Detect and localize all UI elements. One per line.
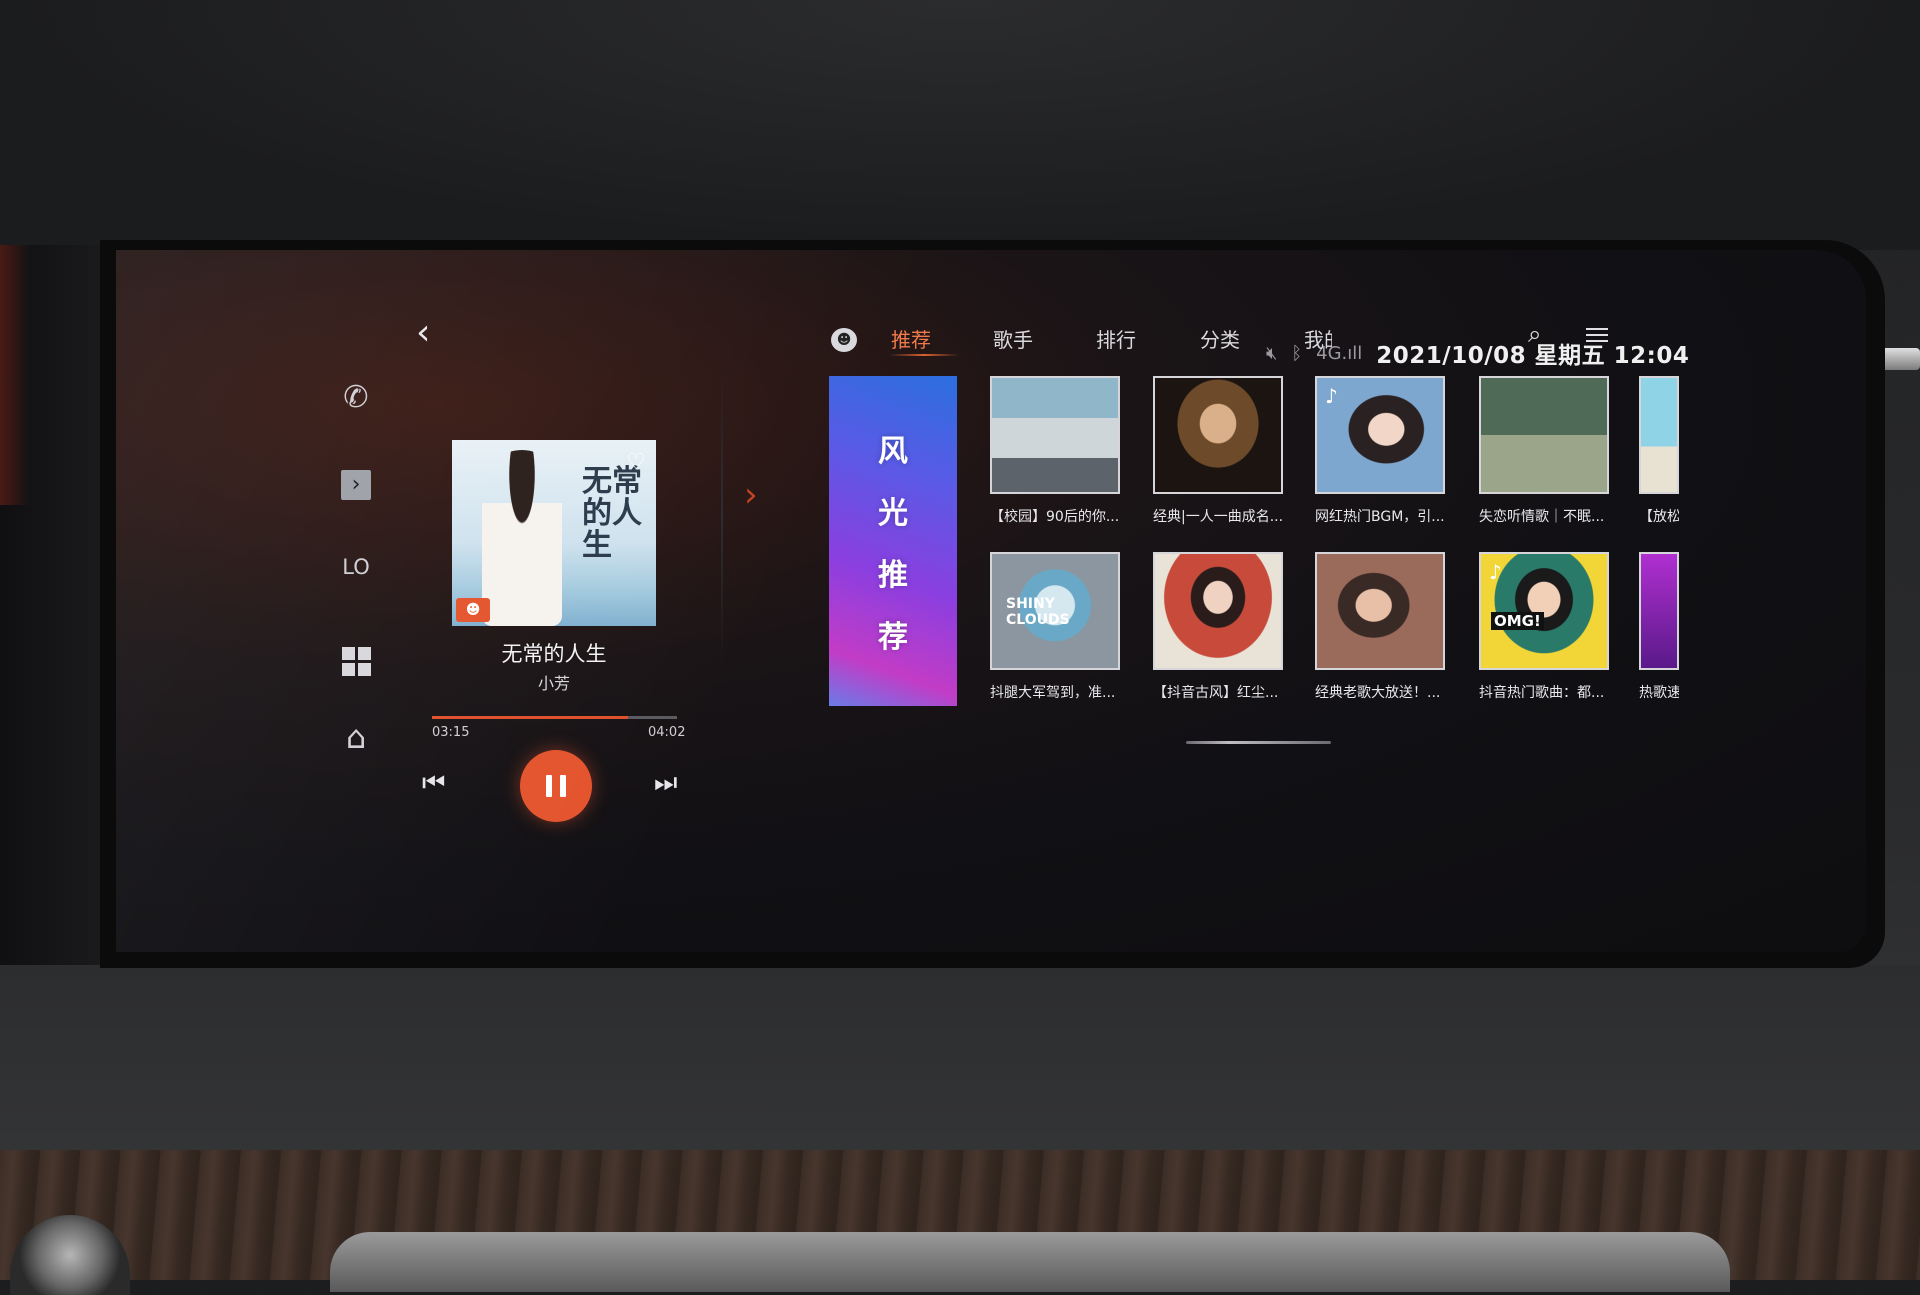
artist-name: 小芳 bbox=[537, 674, 570, 693]
phone-icon[interactable]: ✆ bbox=[311, 380, 401, 415]
playlist-thumb bbox=[990, 376, 1120, 494]
thumb-text: OMG! bbox=[1491, 612, 1544, 630]
left-panel bbox=[0, 245, 100, 965]
current-time: 03:15 bbox=[432, 725, 470, 740]
banner-char: 风 bbox=[878, 434, 908, 469]
music-app-icon[interactable]: ☻ bbox=[831, 328, 857, 352]
tab-recommend[interactable]: 推荐 bbox=[891, 324, 931, 353]
playlist-caption: 抖腿大军驾到，准... bbox=[990, 685, 1116, 701]
apps-button[interactable] bbox=[311, 645, 401, 676]
playlist-card[interactable]: ♪ OMG! 抖音热门歌曲：都... bbox=[1479, 552, 1609, 702]
banner-char: 光 bbox=[878, 496, 908, 531]
playlist-caption: 热歌速 bbox=[1639, 685, 1679, 701]
left-rail: ✆ › LO ⌂ bbox=[311, 380, 401, 780]
album-cover[interactable]: 无常的人生 ♡ ☻ bbox=[452, 440, 656, 626]
home-icon[interactable]: ⌂ bbox=[311, 718, 401, 756]
playlist-caption: 抖音热门歌曲：都... bbox=[1479, 685, 1605, 701]
cover-title: 无常的人生 bbox=[582, 464, 642, 563]
tab-artists[interactable]: 歌手 bbox=[993, 324, 1033, 353]
previous-track-icon[interactable]: ⏮ bbox=[422, 768, 445, 799]
playlist-caption: 【放松 bbox=[1639, 509, 1679, 525]
progress-bar[interactable] bbox=[432, 716, 677, 719]
scenic-recommend-banner[interactable]: 风 光 推 荐 bbox=[829, 376, 957, 706]
song-title: 无常的人生 bbox=[501, 642, 607, 666]
back-icon[interactable]: ‹ bbox=[416, 312, 430, 353]
tab-categories[interactable]: 分类 bbox=[1200, 324, 1240, 353]
bluetooth-icon: ᛒ bbox=[1291, 342, 1303, 364]
banner-char: 推 bbox=[878, 558, 908, 593]
tab-mine[interactable]: 我的 bbox=[1304, 324, 1332, 353]
temperature-lo[interactable]: LO bbox=[311, 555, 401, 579]
playlist-thumb bbox=[1153, 376, 1283, 494]
playlist-caption: 网红热门BGM，引... bbox=[1315, 509, 1445, 525]
console-chrome bbox=[330, 1232, 1730, 1292]
page-indicator bbox=[1186, 741, 1331, 744]
list-icon[interactable] bbox=[1586, 324, 1608, 346]
active-tab-underline bbox=[889, 354, 959, 356]
playlist-caption: 经典|一人一曲成名... bbox=[1153, 509, 1283, 525]
banner-char: 荐 bbox=[878, 620, 908, 655]
playlist-card[interactable]: SHINY CLOUDS 抖腿大军驾到，准... bbox=[990, 552, 1120, 702]
search-icon[interactable]: ⌕ bbox=[1528, 320, 1541, 348]
playlist-thumb bbox=[1639, 376, 1679, 494]
playlist-thumb bbox=[1639, 552, 1679, 670]
playlist-thumb: ♪ bbox=[1315, 376, 1445, 494]
playlist-card[interactable]: 经典|一人一曲成名... bbox=[1153, 376, 1283, 526]
chevron-right-icon: › bbox=[341, 470, 371, 500]
playlist-thumb bbox=[1315, 552, 1445, 670]
thumb-text: SHINY CLOUDS bbox=[1006, 596, 1070, 628]
playlist-thumb: ♪ OMG! bbox=[1479, 552, 1609, 670]
playlist-card[interactable]: 失恋听情歌｜不眠... bbox=[1479, 376, 1609, 526]
playlist-card[interactable]: 【放松 bbox=[1639, 376, 1679, 526]
pause-button[interactable] bbox=[520, 750, 592, 822]
cover-figure bbox=[482, 450, 562, 626]
playlist-card[interactable]: 热歌速 bbox=[1639, 552, 1679, 702]
chevron-right-icon[interactable]: › bbox=[744, 475, 758, 515]
tiktok-icon: ♪ bbox=[1325, 384, 1338, 408]
playlist-thumb bbox=[1479, 376, 1609, 494]
playlist-thumb bbox=[1153, 552, 1283, 670]
playlist-card[interactable]: 【校园】90后的你... bbox=[990, 376, 1120, 526]
app-logo-icon: ☻ bbox=[456, 598, 490, 622]
tiktok-icon: ♪ bbox=[1489, 560, 1502, 584]
playlist-caption: 经典老歌大放送！... bbox=[1315, 685, 1441, 701]
speaker-mute-icon: 🔇︎ bbox=[1266, 342, 1278, 364]
playlist-card[interactable]: 经典老歌大放送！... bbox=[1315, 552, 1445, 702]
playlist-card[interactable]: 【抖音古风】红尘... bbox=[1153, 552, 1283, 702]
playlist-thumb: SHINY CLOUDS bbox=[990, 552, 1120, 670]
playlist-caption: 【校园】90后的你... bbox=[990, 509, 1120, 525]
duration: 04:02 bbox=[648, 725, 686, 740]
playlist-caption: 【抖音古风】红尘... bbox=[1153, 685, 1279, 701]
next-track-icon[interactable]: ⏭ bbox=[654, 768, 677, 799]
grid-icon bbox=[341, 647, 371, 676]
playlist-card[interactable]: ♪ 网红热门BGM，引... bbox=[1315, 376, 1445, 526]
progress-fill bbox=[432, 716, 628, 719]
forward-button[interactable]: › bbox=[311, 470, 401, 500]
panel-divider bbox=[721, 365, 723, 665]
infotainment-screen: 🔇︎ ᛒ 4G.ıll 2021/10/08 星期五 12:04 ✆ › LO … bbox=[116, 250, 1866, 952]
playlist-caption: 失恋听情歌｜不眠... bbox=[1479, 509, 1605, 525]
dashboard-lower bbox=[0, 965, 1920, 1150]
dashboard-top bbox=[0, 0, 1920, 250]
tab-charts[interactable]: 排行 bbox=[1096, 324, 1136, 353]
heart-icon[interactable]: ♡ bbox=[626, 450, 646, 475]
